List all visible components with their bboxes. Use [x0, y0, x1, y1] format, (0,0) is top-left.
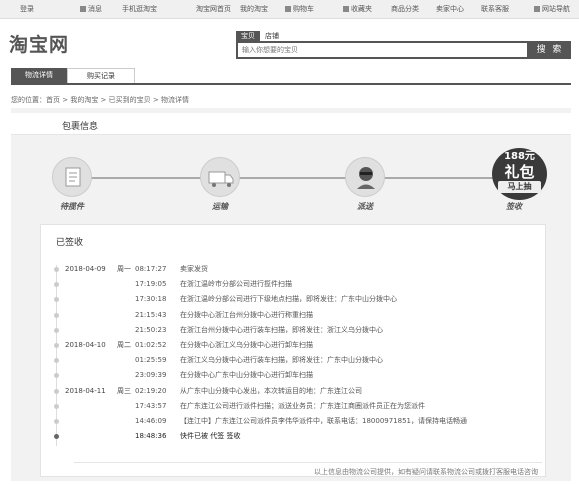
timeline-time: 18:48:36 [135, 432, 167, 440]
timeline-weekday: 周一 [117, 265, 131, 273]
timeline-description: 在分拨中心广东中山分拨中心进行卸车扫描 [180, 371, 313, 379]
top-nav-item[interactable]: 登录 [20, 5, 34, 14]
search-button[interactable]: 搜 索 [529, 41, 571, 59]
search-tabs: 宝贝 店铺 [236, 31, 284, 41]
step-pending-pickup [52, 157, 92, 197]
top-nav-item[interactable]: 购物车 [285, 5, 314, 14]
timeline-description: 在浙江义乌分拨中心进行装车扫描，即将发往：广东中山分拨中心 [180, 356, 383, 364]
top-nav-label: 我的淘宝 [240, 5, 268, 13]
top-nav-item[interactable]: 网站导航 [534, 5, 570, 14]
timeline-dot [54, 358, 59, 363]
timeline-time: 21:15:43 [135, 311, 167, 319]
step-transport [200, 157, 240, 197]
step-label-delivery: 派送 [357, 202, 373, 211]
truck-icon [208, 171, 234, 187]
timeline-dot [54, 419, 59, 424]
step-delivery [345, 157, 385, 197]
timeline-weekday: 周三 [117, 387, 131, 395]
timeline-footer-note: 以上信息由物流公司提供，如有疑问请联系物流公司或拨打客服电话咨询 [314, 468, 538, 476]
document-icon [65, 167, 81, 187]
timeline-description: 卖家发货 [180, 265, 208, 273]
top-nav-bar: 登录 消息 手机逛淘宝 淘宝网首页 我的淘宝 购物车 收藏夹 商品分类 卖家中心 联系客服 网站导航 [0, 0, 579, 19]
timeline-dot [54, 313, 59, 318]
timeline-date: 2018-04-09 [65, 265, 106, 273]
timeline-dot [54, 389, 59, 394]
timeline-weekday: 周二 [117, 341, 131, 349]
timeline-time: 23:09:39 [135, 371, 167, 379]
top-nav-label: 网站导航 [542, 5, 570, 13]
top-nav-item[interactable]: 我的淘宝 [240, 5, 268, 14]
top-nav-item[interactable]: 手机逛淘宝 [122, 5, 157, 14]
timeline-description: 从广东中山分拨中心发出，本次转运目的地：广东连江公司 [180, 387, 362, 395]
timeline-time: 17:30:18 [135, 295, 167, 303]
step-label-pending: 待揽件 [60, 202, 84, 211]
search-tab-items[interactable]: 宝贝 [236, 31, 260, 41]
timeline-time: 14:46:09 [135, 417, 167, 425]
top-nav-label: 手机逛淘宝 [122, 5, 157, 13]
top-nav-label: 登录 [20, 5, 34, 13]
timeline-time: 02:19:20 [135, 387, 167, 395]
timeline-box [40, 224, 546, 477]
top-nav-item[interactable]: 商品分类 [391, 5, 419, 14]
top-nav-label: 收藏夹 [351, 5, 372, 13]
search-box [236, 41, 529, 59]
footer-divider [74, 462, 542, 463]
timeline-date: 2018-04-10 [65, 341, 106, 349]
timeline-time: 01:25:59 [135, 356, 167, 364]
gift-amount: 188元 [504, 151, 535, 162]
top-nav-label: 淘宝网首页 [196, 5, 231, 13]
tab-logistics-details[interactable]: 物流详情 [11, 68, 67, 83]
breadcrumb: 您的位置：首页 > 我的淘宝 > 已买到的宝贝 > 物流详情 [11, 96, 189, 104]
timeline-dot [54, 343, 59, 348]
timeline-description: 在广东连江公司进行派件扫描；派送业务员：广东连江商圈派件员正在为您派件 [180, 402, 425, 410]
top-nav-label: 联系客服 [481, 5, 509, 13]
page-tabs: 物流详情 购买记录 [11, 68, 571, 85]
timeline-dot [54, 434, 59, 439]
top-nav-item[interactable]: 淘宝网首页 [196, 5, 231, 14]
timeline-description: 在浙江温岭市分部公司进行揽件扫描 [180, 280, 292, 288]
top-nav-label: 商品分类 [391, 5, 419, 13]
courier-icon [357, 167, 375, 189]
timeline-dot [54, 282, 59, 287]
top-nav-label: 卖家中心 [436, 5, 464, 13]
timeline-description: 快件已被 代签 签收 [180, 432, 241, 440]
panel-title: 包裹信息 [62, 122, 99, 132]
gift-draw-button[interactable]: 马上抽 [498, 181, 541, 193]
top-nav-item[interactable]: 收藏夹 [343, 5, 372, 14]
top-nav-item[interactable]: 卖家中心 [436, 5, 464, 14]
cart-icon [285, 6, 291, 12]
timeline-description: 在浙江温岭分部公司进行下级地点扫描，即将发往：广东中山分拨中心 [180, 295, 397, 303]
search-input[interactable] [238, 43, 527, 57]
step-label-signed: 签收 [506, 202, 522, 211]
timeline-date: 2018-04-11 [65, 387, 106, 395]
timeline-dot [54, 328, 59, 333]
top-nav-label: 消息 [88, 5, 102, 13]
timeline-description: 在分拨中心浙江义乌分拨中心进行卸车扫描 [180, 341, 313, 349]
star-icon [343, 6, 349, 12]
timeline-description: 【连江中】广东连江公司派件员李伟华派件中，联系电话：18000971851，请保… [180, 417, 467, 425]
progress-line [72, 177, 512, 179]
top-nav-item[interactable]: 消息 [80, 5, 102, 14]
search-tab-shops[interactable]: 店铺 [260, 31, 284, 41]
timeline-time: 08:17:27 [135, 265, 167, 273]
gift-text: 礼包 [504, 163, 535, 181]
timeline-time: 17:19:05 [135, 280, 167, 288]
delivery-status: 已签收 [56, 238, 84, 248]
mail-icon [80, 6, 86, 12]
taobao-logo[interactable]: 淘宝网 [9, 34, 69, 56]
timeline-dot [54, 267, 59, 272]
timeline-time: 01:02:52 [135, 341, 167, 349]
timeline-dot [54, 297, 59, 302]
timeline-time: 21:50:23 [135, 326, 167, 334]
timeline-dot [54, 373, 59, 378]
top-nav-label: 购物车 [293, 5, 314, 13]
step-label-transport: 运输 [212, 202, 228, 211]
menu-icon [534, 6, 540, 12]
tab-purchase-records[interactable]: 购买记录 [67, 68, 135, 83]
timeline-time: 17:43:57 [135, 402, 167, 410]
timeline-description: 在分拨中心浙江台州分拨中心进行称重扫描 [180, 311, 313, 319]
timeline-dot [54, 404, 59, 409]
top-nav-item[interactable]: 联系客服 [481, 5, 509, 14]
timeline-description: 在浙江台州分拨中心进行装车扫描，即将发往：浙江义乌分拨中心 [180, 326, 383, 334]
